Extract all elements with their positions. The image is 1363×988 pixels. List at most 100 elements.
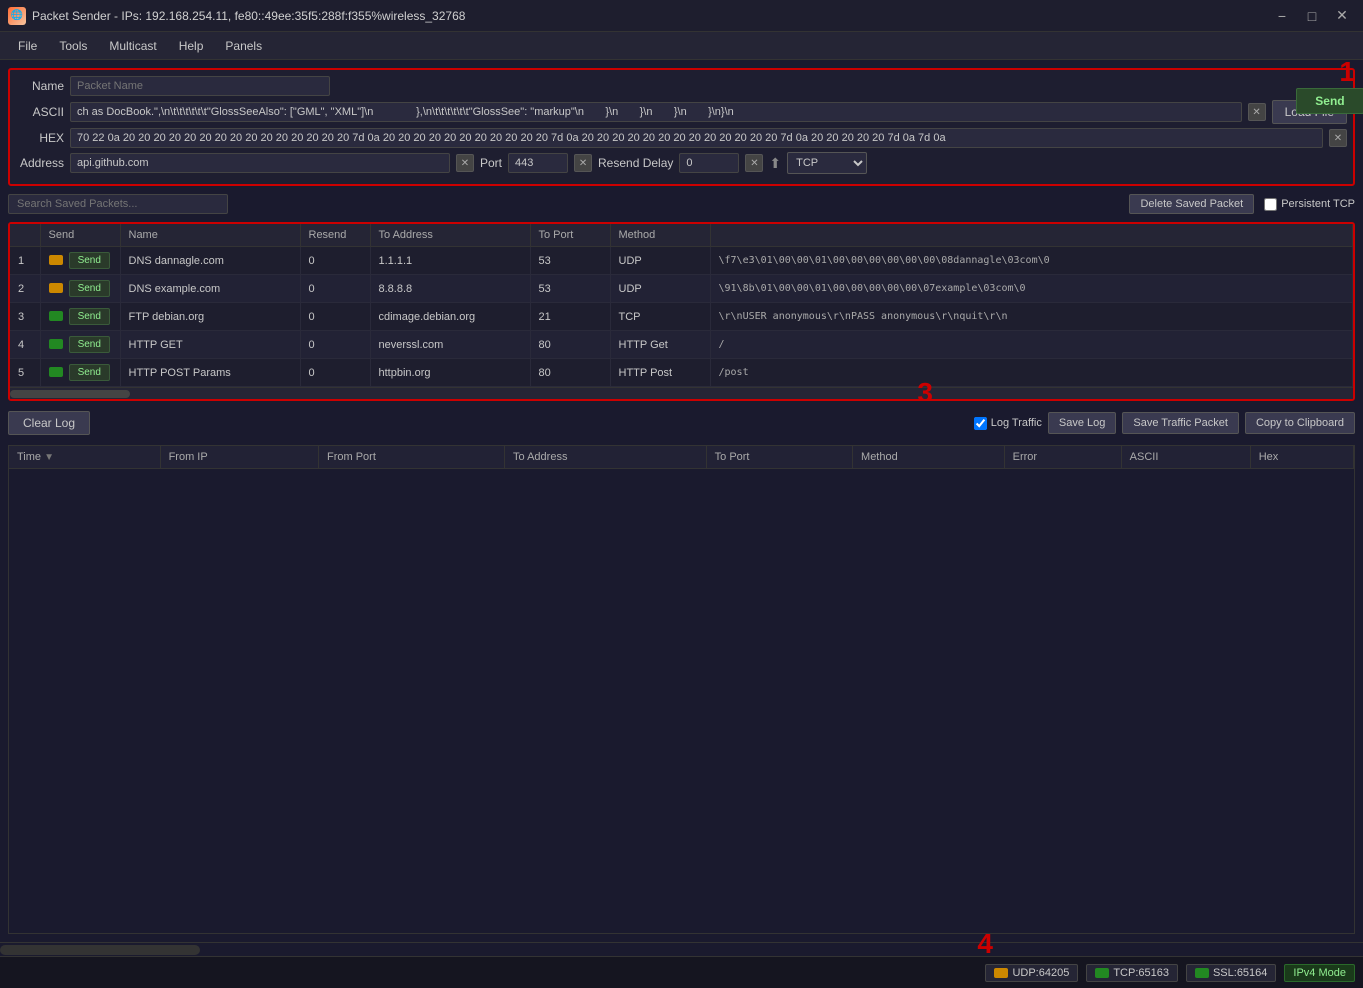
- title-bar-left: 🌐 Packet Sender - IPs: 192.168.254.11, f…: [8, 7, 465, 25]
- send-row1-button[interactable]: Send: [69, 252, 110, 269]
- persistent-tcp-checkbox[interactable]: [1264, 198, 1277, 211]
- log-col-to-address: To Address: [505, 446, 707, 469]
- menu-file[interactable]: File: [8, 37, 47, 55]
- table-row: 1 Send DNS dannagle.com 0 1.1.1.1 53 UDP…: [10, 247, 1353, 275]
- saved-packets-table: Send Name Resend To Address To Port Meth…: [10, 224, 1353, 387]
- send-row5-button[interactable]: Send: [69, 364, 110, 381]
- row1-resend: 0: [300, 247, 370, 275]
- port-clear-button[interactable]: ✕: [574, 154, 592, 172]
- table-row: 5 Send HTTP POST Params 0 httpbin.org 80…: [10, 359, 1353, 387]
- title-bar: 🌐 Packet Sender - IPs: 192.168.254.11, f…: [0, 0, 1363, 32]
- ascii-input[interactable]: [70, 102, 1242, 122]
- minimize-button[interactable]: −: [1269, 6, 1295, 26]
- search-toolbar: Delete Saved Packet Persistent TCP: [8, 192, 1355, 216]
- address-input[interactable]: [70, 153, 450, 173]
- scrollbar-thumb[interactable]: [10, 390, 130, 398]
- hex-clear-button[interactable]: ✕: [1329, 129, 1347, 147]
- save-traffic-button[interactable]: Save Traffic Packet: [1122, 412, 1239, 434]
- resend-input[interactable]: [679, 153, 739, 173]
- row3-data: \r\nUSER anonymous\r\nPASS anonymous\r\n…: [710, 303, 1353, 331]
- hex-row: HEX ✕: [16, 128, 1347, 148]
- send-icon-http2: [49, 367, 63, 377]
- udp-icon: [994, 968, 1008, 978]
- row3-name: FTP debian.org: [120, 303, 300, 331]
- row5-address: httpbin.org: [370, 359, 530, 387]
- ascii-label: ASCII: [16, 105, 64, 119]
- col-send: Send: [40, 224, 120, 247]
- copy-clipboard-button[interactable]: Copy to Clipboard: [1245, 412, 1355, 434]
- hex-input[interactable]: [70, 128, 1323, 148]
- search-input[interactable]: [8, 194, 228, 214]
- port-label: Port: [480, 156, 502, 170]
- persistent-tcp-toggle[interactable]: Persistent TCP: [1264, 198, 1355, 211]
- app-icon: 🌐: [8, 7, 26, 25]
- send-row4-button[interactable]: Send: [69, 336, 110, 353]
- udp-status: UDP:64205: [985, 964, 1078, 982]
- tcp-label: TCP:65163: [1113, 967, 1169, 979]
- table-row: 4 Send HTTP GET 0 neverssl.com 80 HTTP G…: [10, 331, 1353, 359]
- row1-data: \f7\e3\01\00\00\01\00\00\00\00\00\00\08d…: [710, 247, 1353, 275]
- row2-data: \91\8b\01\00\00\01\00\00\00\00\00\07exam…: [710, 275, 1353, 303]
- log-time-label: Time: [17, 451, 41, 463]
- send-row3-button[interactable]: Send: [69, 308, 110, 325]
- log-col-to-port: To Port: [706, 446, 852, 469]
- name-row: Name 2 Send Save: [16, 76, 1347, 96]
- maximize-button[interactable]: □: [1299, 6, 1325, 26]
- ascii-row: ASCII ✕ Load File: [16, 100, 1347, 124]
- col-data: [710, 224, 1353, 247]
- table-row: 2 Send DNS example.com 0 8.8.8.8 53 UDP …: [10, 275, 1353, 303]
- send-row2-button[interactable]: Send: [69, 280, 110, 297]
- menu-panels[interactable]: Panels: [215, 37, 272, 55]
- menu-multicast[interactable]: Multicast: [99, 37, 166, 55]
- ascii-clear-button[interactable]: ✕: [1248, 103, 1266, 121]
- port-input[interactable]: [508, 153, 568, 173]
- log-table-container: Time ▼ From IP From Port To Address To P…: [8, 445, 1355, 934]
- row2-port: 53: [530, 275, 610, 303]
- row1-port: 53: [530, 247, 610, 275]
- resend-clear-button[interactable]: ✕: [745, 154, 763, 172]
- panel3-label: 3: [917, 377, 933, 401]
- sort-icon[interactable]: ▼: [44, 452, 54, 463]
- log-col-time: Time ▼: [9, 446, 160, 469]
- window-title: Packet Sender - IPs: 192.168.254.11, fe8…: [32, 9, 465, 23]
- row1-address: 1.1.1.1: [370, 247, 530, 275]
- protocol-select[interactable]: TCP UDP SSL: [787, 152, 867, 174]
- col-num: [10, 224, 40, 247]
- col-to-port: To Port: [530, 224, 610, 247]
- panel1-label: 1: [1339, 60, 1355, 88]
- address-row: Address ✕ Port ✕ Resend Delay ✕ ⬆ TCP UD…: [16, 152, 1347, 174]
- log-traffic-check[interactable]: Log Traffic: [974, 417, 1042, 430]
- row4-port: 80: [530, 331, 610, 359]
- address-label: Address: [16, 156, 64, 170]
- tcp-status: TCP:65163: [1086, 964, 1178, 982]
- name-input[interactable]: [70, 76, 330, 96]
- row1-method: UDP: [610, 247, 710, 275]
- log-col-from-port: From Port: [318, 446, 504, 469]
- window-controls[interactable]: − □ ✕: [1269, 6, 1355, 26]
- send-icon-udp: [49, 255, 63, 265]
- bottom-scrollbar-thumb[interactable]: [0, 945, 200, 955]
- log-col-from-ip: From IP: [160, 446, 318, 469]
- row5-data: /post: [710, 359, 1353, 387]
- row4-name: HTTP GET: [120, 331, 300, 359]
- clear-log-button[interactable]: Clear Log: [8, 411, 90, 435]
- send-icon-udp2: [49, 283, 63, 293]
- log-traffic-checkbox[interactable]: [974, 417, 987, 430]
- panel4-label: 4: [977, 928, 993, 960]
- delete-saved-button[interactable]: Delete Saved Packet: [1129, 194, 1254, 214]
- row4-data: /: [710, 331, 1353, 359]
- table-row: 3 Send FTP debian.org 0 cdimage.debian.o…: [10, 303, 1353, 331]
- save-log-button[interactable]: Save Log: [1048, 412, 1116, 434]
- menu-help[interactable]: Help: [169, 37, 214, 55]
- saved-packets-panel: 3 Send Name Resend To Address To Port Me…: [8, 222, 1355, 401]
- log-toolbar: Clear Log Log Traffic Save Log Save Traf…: [8, 407, 1355, 439]
- address-clear-button[interactable]: ✕: [456, 154, 474, 172]
- close-button[interactable]: ✕: [1329, 6, 1355, 26]
- send-button[interactable]: Send: [1296, 88, 1363, 114]
- table-scrollbar[interactable]: [10, 387, 1353, 399]
- row5-port: 80: [530, 359, 610, 387]
- menu-tools[interactable]: Tools: [49, 37, 97, 55]
- bottom-scrollbar[interactable]: [0, 942, 1363, 956]
- row4-address: neverssl.com: [370, 331, 530, 359]
- row4-resend: 0: [300, 331, 370, 359]
